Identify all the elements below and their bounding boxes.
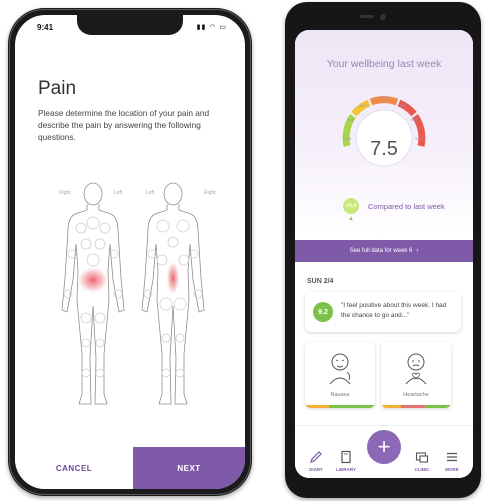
wellbeing-title: Your wellbeing last week: [326, 58, 442, 70]
cancel-button[interactable]: CANCEL: [15, 447, 133, 489]
add-button[interactable]: +: [367, 430, 401, 464]
nav-label: DIARY: [309, 467, 323, 472]
symptom-strip: [401, 405, 425, 408]
iphone-notch: [77, 15, 183, 35]
pain-screen: 9:41 ▮▮ ◠ ▭ Pain Please determine the lo…: [15, 15, 245, 489]
back-pain-area[interactable]: [166, 260, 180, 296]
page-title: Pain: [38, 78, 77, 99]
front-pain-area[interactable]: [76, 266, 110, 294]
front-camera: [380, 14, 386, 20]
symptom-strip: [329, 405, 375, 408]
pencil-icon: [310, 451, 322, 463]
status-icons: ▮▮ ◠ ▭: [197, 23, 227, 31]
book-icon: [341, 450, 351, 464]
android-device: Your wellbeing last week MON TUE WED THU FR…: [285, 2, 481, 498]
svg-text:SAT: SAT: [411, 118, 419, 122]
chevron-right-icon: ›: [416, 248, 419, 254]
nav-label: LIBRARY: [336, 467, 356, 472]
wellbeing-gauge: MON TUE WED THU FRI SAT SUN: [342, 96, 426, 167]
status-time: 9:41: [37, 23, 54, 32]
compare-text: Compared to last week: [368, 202, 445, 211]
clinic-icon: [415, 452, 429, 463]
svg-text:FRI: FRI: [400, 104, 406, 108]
nav-label: MORE: [445, 467, 459, 472]
speaker-grille: [360, 15, 374, 18]
day-label: SUN 2/4: [307, 278, 334, 285]
svg-text:THU: THU: [380, 96, 388, 100]
nav-diary[interactable]: DIARY: [301, 450, 331, 472]
wellbeing-score: 7.5: [370, 138, 398, 160]
signal-icon: ▮▮: [196, 24, 207, 31]
heartache-icon: [405, 353, 427, 385]
bottom-nav: DIARY LIBRARY + CLINIC MORE: [295, 425, 473, 478]
iphone-device: 9:41 ▮▮ ◠ ▭ Pain Please determine the lo…: [8, 8, 252, 496]
nav-clinic[interactable]: CLINIC: [407, 450, 437, 472]
symptom-strip: [425, 405, 451, 408]
delta-badge: +0.4: [343, 198, 359, 214]
nav-library[interactable]: LIBRARY: [331, 450, 361, 472]
wellbeing-screen: Your wellbeing last week MON TUE WED THU FR…: [295, 30, 473, 478]
front-body-figure[interactable]: [61, 182, 125, 405]
diary-entry-card[interactable]: 9.2 "I feel positive about this week. I …: [305, 292, 461, 332]
symptom-card-heartache[interactable]: Heartache: [381, 342, 451, 408]
body-map[interactable]: [53, 178, 213, 418]
svg-text:WED: WED: [359, 104, 368, 108]
back-body-figure[interactable]: [141, 182, 205, 405]
full-data-label: See full data for week 6: [349, 248, 413, 254]
svg-text:SUN: SUN: [415, 137, 423, 141]
menu-icon: [447, 452, 457, 462]
symptom-strip: [305, 405, 329, 408]
nav-label: CLINIC: [414, 467, 430, 472]
nausea-icon: [329, 353, 351, 385]
page-description: Please determine the location of your pa…: [38, 108, 210, 142]
button-bar: CANCEL NEXT: [15, 447, 245, 489]
symptom-label: Nausea: [330, 392, 350, 398]
svg-text:MON: MON: [343, 137, 352, 141]
battery-icon: ▭: [219, 24, 227, 31]
up-arrow-icon: ▲: [348, 216, 354, 222]
svg-text:TUE: TUE: [347, 118, 355, 122]
diary-excerpt: "I feel positive about this week. I had …: [341, 302, 447, 319]
diary-score-badge: 9.2: [313, 302, 333, 322]
next-button[interactable]: NEXT: [133, 447, 245, 489]
full-data-link[interactable]: See full data for week 6 ›: [295, 240, 473, 262]
symptom-card-nausea[interactable]: Nausea: [305, 342, 375, 408]
nav-more[interactable]: MORE: [437, 450, 467, 472]
wifi-icon: ◠: [209, 24, 217, 31]
symptom-strip: [381, 405, 401, 408]
symptom-label: Heartache: [403, 392, 429, 398]
